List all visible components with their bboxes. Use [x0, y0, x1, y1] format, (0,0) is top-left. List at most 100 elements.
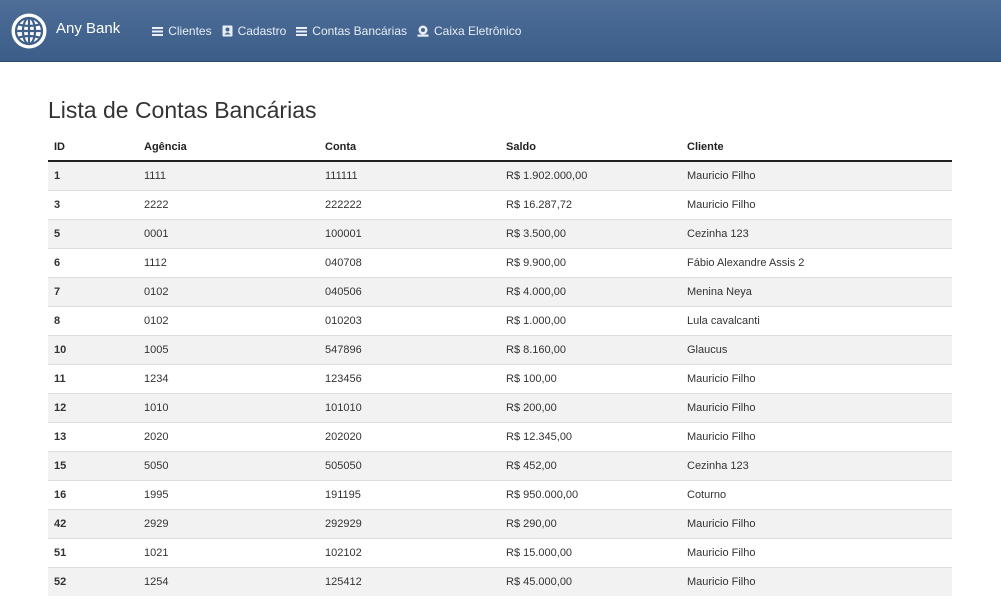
list-icon — [152, 26, 164, 36]
cell-id: 10 — [48, 335, 138, 365]
cell-conta: 547896 — [319, 335, 500, 365]
nav-cadastro-label: Cadastro — [237, 23, 287, 38]
table-row[interactable]: 42 2929 292929 R$ 290,00 Mauricio Filho — [48, 509, 952, 539]
table-row[interactable]: 51 1021 102102 R$ 15.000,00 Mauricio Fil… — [48, 538, 952, 568]
atm-icon — [417, 25, 429, 37]
cell-cliente: Mauricio Filho — [681, 422, 952, 452]
cell-id: 8 — [48, 306, 138, 336]
table-row[interactable]: 6 1112 040708 R$ 9.900,00 Fábio Alexandr… — [48, 248, 952, 278]
column-header-id[interactable]: ID — [48, 134, 138, 162]
cell-cliente: Fábio Alexandre Assis 2 — [681, 248, 952, 278]
table-row[interactable]: 8 0102 010203 R$ 1.000,00 Lula cavalcant… — [48, 306, 952, 336]
cell-id: 13 — [48, 422, 138, 452]
cell-cliente: Menina Neya — [681, 277, 952, 307]
cell-id: 42 — [48, 509, 138, 539]
nav-clientes[interactable]: Clientes — [152, 23, 212, 38]
cell-cliente: Cezinha 123 — [681, 451, 952, 481]
cell-conta: 100001 — [319, 219, 500, 249]
brand-name: Any Bank — [56, 20, 121, 37]
cell-saldo: R$ 1.902.000,00 — [500, 160, 681, 191]
cell-id: 7 — [48, 277, 138, 307]
globe-logo-icon — [10, 12, 48, 50]
cell-agencia: 1111 — [138, 160, 319, 191]
main-content: Lista de Contas Bancárias ID Agência Con… — [0, 96, 1001, 596]
cell-cliente: Mauricio Filho — [681, 509, 952, 539]
column-header-conta[interactable]: Conta — [319, 134, 500, 162]
cell-cliente: Mauricio Filho — [681, 538, 952, 568]
cell-cliente: Mauricio Filho — [681, 364, 952, 394]
cell-saldo: R$ 3.500,00 — [500, 219, 681, 249]
top-navbar: Any Bank Clientes Cadastro Contas Bancár… — [0, 0, 1001, 62]
column-header-agencia[interactable]: Agência — [138, 134, 319, 162]
table-row[interactable]: 11 1234 123456 R$ 100,00 Mauricio Filho — [48, 364, 952, 394]
cell-agencia: 1112 — [138, 248, 319, 278]
cell-agencia: 2929 — [138, 509, 319, 539]
table-row[interactable]: 3 2222 222222 R$ 16.287,72 Mauricio Filh… — [48, 190, 952, 220]
column-header-cliente[interactable]: Cliente — [681, 134, 952, 162]
cell-agencia: 1254 — [138, 567, 319, 596]
table-row[interactable]: 15 5050 505050 R$ 452,00 Cezinha 123 — [48, 451, 952, 481]
cell-saldo: R$ 1.000,00 — [500, 306, 681, 336]
cell-cliente: Lula cavalcanti — [681, 306, 952, 336]
cell-cliente: Mauricio Filho — [681, 160, 952, 191]
cell-saldo: R$ 950.000,00 — [500, 480, 681, 510]
nav-caixa-eletronico-label: Caixa Eletrônico — [434, 23, 522, 38]
cell-cliente: Mauricio Filho — [681, 567, 952, 596]
table-header-row: ID Agência Conta Saldo Cliente — [48, 134, 952, 162]
nav-contas-bancarias-label: Contas Bancárias — [312, 23, 407, 38]
brand[interactable]: Any Bank — [10, 12, 152, 50]
cell-cliente: Glaucus — [681, 335, 952, 365]
nav-cadastro[interactable]: Cadastro — [222, 23, 287, 38]
cell-saldo: R$ 290,00 — [500, 509, 681, 539]
list-icon — [296, 26, 308, 36]
nav-contas-bancarias[interactable]: Contas Bancárias — [296, 24, 407, 38]
cell-agencia: 0001 — [138, 219, 319, 249]
nav-caixa-eletronico[interactable]: Caixa Eletrônico — [417, 24, 521, 38]
cell-saldo: R$ 200,00 — [500, 393, 681, 423]
column-header-saldo[interactable]: Saldo — [500, 134, 681, 162]
cell-saldo: R$ 4.000,00 — [500, 277, 681, 307]
cell-conta: 040708 — [319, 248, 500, 278]
cell-saldo: R$ 16.287,72 — [500, 190, 681, 220]
accounts-table: ID Agência Conta Saldo Cliente 1 1111 11… — [48, 134, 952, 596]
cell-conta: 292929 — [319, 509, 500, 539]
cell-agencia: 2222 — [138, 190, 319, 220]
table-row[interactable]: 13 2020 202020 R$ 12.345,00 Mauricio Fil… — [48, 422, 952, 452]
cell-conta: 040506 — [319, 277, 500, 307]
cell-conta: 101010 — [319, 393, 500, 423]
nav-clientes-label: Clientes — [168, 23, 212, 38]
cell-cliente: Cezinha 123 — [681, 219, 952, 249]
cell-agencia: 1234 — [138, 364, 319, 394]
cell-id: 52 — [48, 567, 138, 596]
cell-agencia: 2020 — [138, 422, 319, 452]
table-row[interactable]: 52 1254 125412 R$ 45.000,00 Mauricio Fil… — [48, 567, 952, 596]
cell-saldo: R$ 9.900,00 — [500, 248, 681, 278]
cell-agencia: 1021 — [138, 538, 319, 568]
table-row[interactable]: 1 1111 111111 R$ 1.902.000,00 Mauricio F… — [48, 160, 952, 191]
page-title: Lista de Contas Bancárias — [48, 97, 317, 123]
cell-id: 6 — [48, 248, 138, 278]
table-row[interactable]: 16 1995 191195 R$ 950.000,00 Coturno — [48, 480, 952, 510]
cell-id: 16 — [48, 480, 138, 510]
table-row[interactable]: 10 1005 547896 R$ 8.160,00 Glaucus — [48, 335, 952, 365]
cell-saldo: R$ 8.160,00 — [500, 335, 681, 365]
cell-id: 5 — [48, 219, 138, 249]
cell-agencia: 1005 — [138, 335, 319, 365]
cell-conta: 111111 — [319, 160, 500, 191]
cell-id: 1 — [48, 160, 138, 191]
cell-saldo: R$ 12.345,00 — [500, 422, 681, 452]
cell-cliente: Mauricio Filho — [681, 393, 952, 423]
table-row[interactable]: 12 1010 101010 R$ 200,00 Mauricio Filho — [48, 393, 952, 423]
cell-saldo: R$ 100,00 — [500, 364, 681, 394]
cell-agencia: 1995 — [138, 480, 319, 510]
cell-agencia: 1010 — [138, 393, 319, 423]
table-row[interactable]: 5 0001 100001 R$ 3.500,00 Cezinha 123 — [48, 219, 952, 249]
cell-saldo: R$ 452,00 — [500, 451, 681, 481]
cell-conta: 010203 — [319, 306, 500, 336]
cell-agencia: 0102 — [138, 306, 319, 336]
cell-cliente: Coturno — [681, 480, 952, 510]
cell-conta: 125412 — [319, 567, 500, 596]
cell-conta: 202020 — [319, 422, 500, 452]
table-row[interactable]: 7 0102 040506 R$ 4.000,00 Menina Neya — [48, 277, 952, 307]
cell-conta: 191195 — [319, 480, 500, 510]
